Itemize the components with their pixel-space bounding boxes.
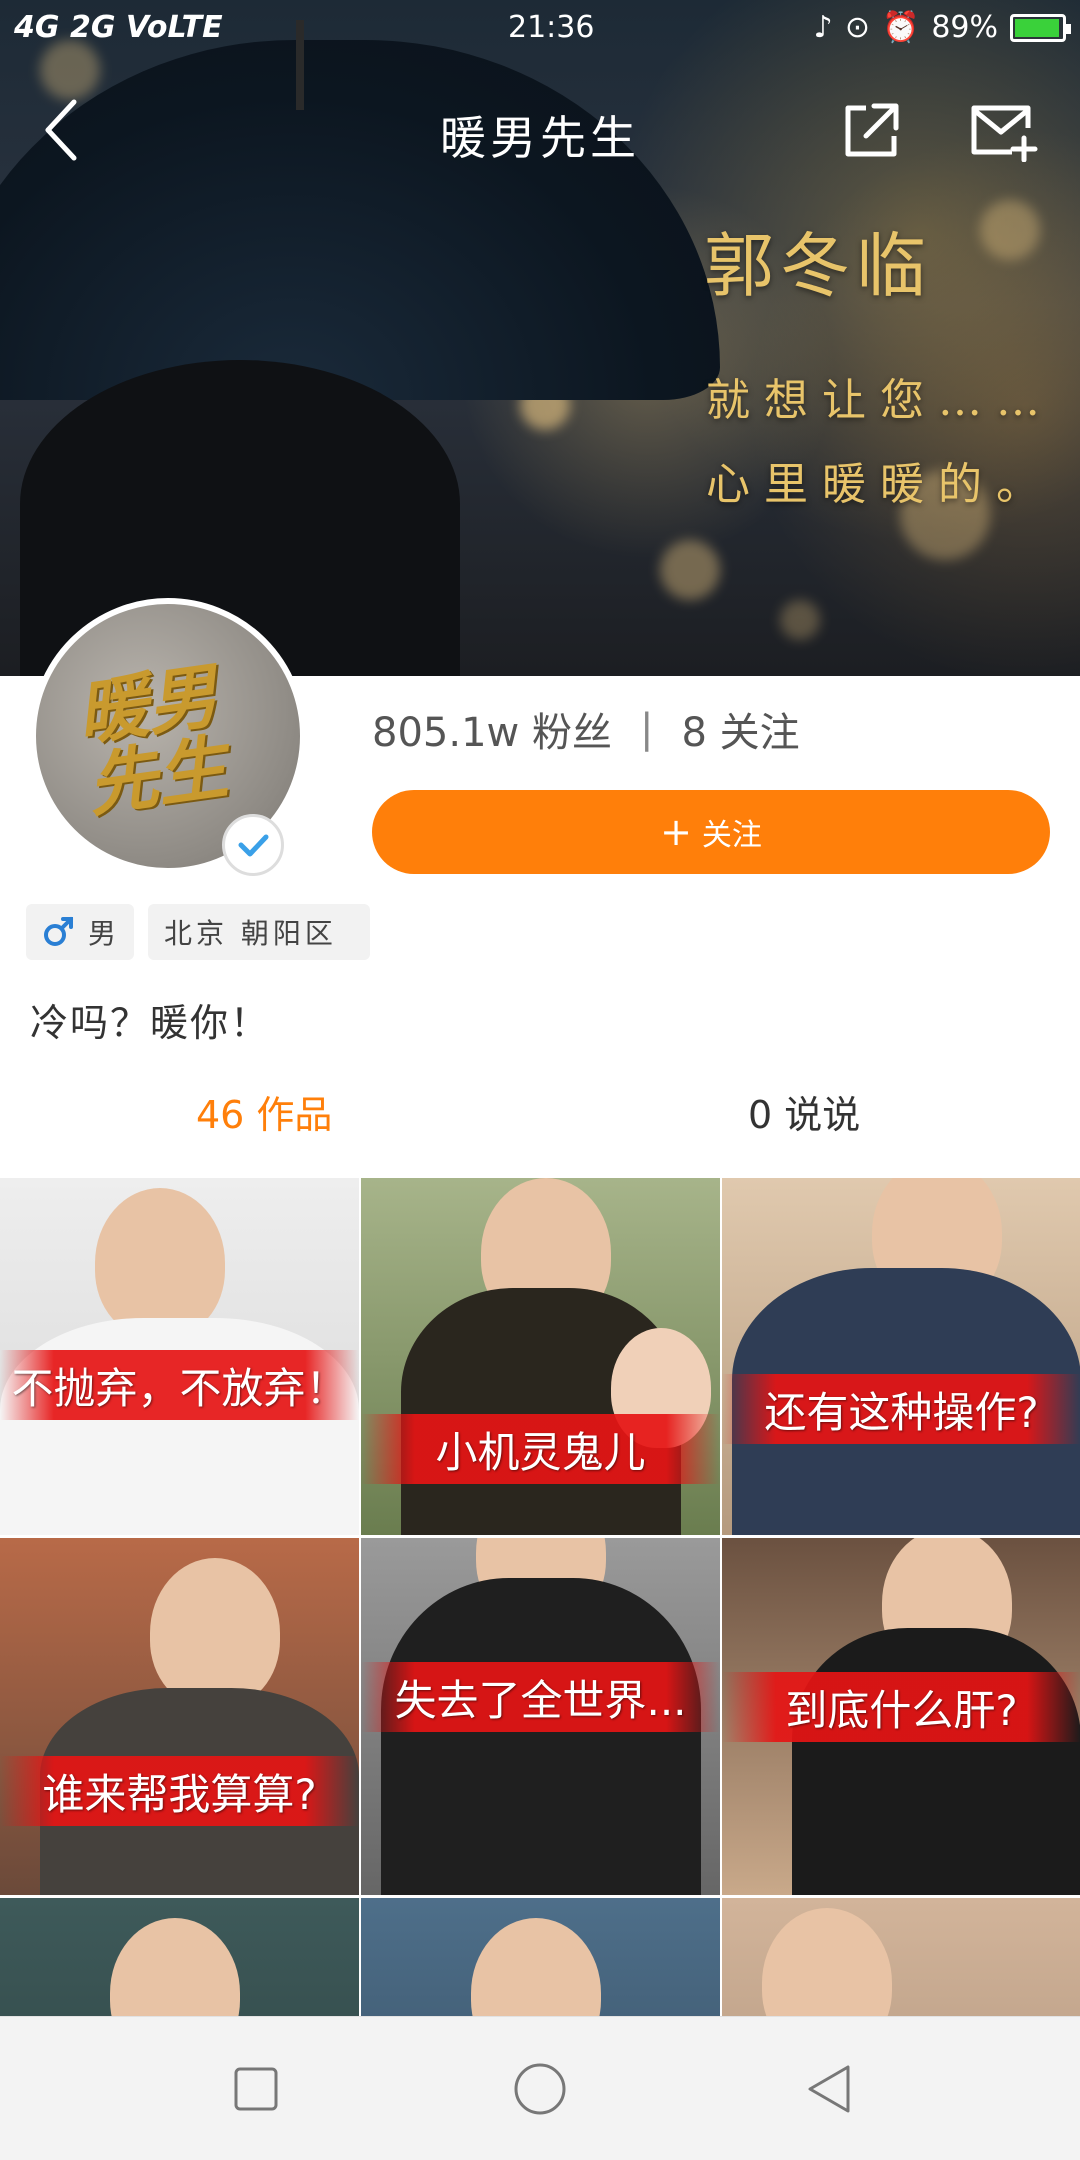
work-item[interactable]: 小机灵鬼儿 bbox=[361, 1178, 720, 1535]
check-icon bbox=[238, 834, 269, 857]
recent-apps-button[interactable] bbox=[226, 2059, 286, 2119]
work-item[interactable]: 还有这种操作? bbox=[722, 1178, 1080, 1535]
fans-count[interactable]: 805.1w 粉丝 bbox=[372, 700, 612, 758]
battery-percent: 89% bbox=[931, 10, 998, 45]
clock: 21:36 bbox=[508, 10, 595, 45]
work-item[interactable] bbox=[722, 1898, 1080, 2018]
status-icons: ♪ ⊙ ⏰ 89% bbox=[813, 10, 1071, 45]
plus-icon: + bbox=[660, 810, 692, 854]
profile-bio: 冷吗？暖你！ bbox=[30, 1001, 271, 1045]
work-caption: 到底什么肝? bbox=[722, 1672, 1080, 1742]
gender-tag: 男 bbox=[26, 904, 134, 960]
work-caption: 不抛弃，不放弃！ bbox=[0, 1350, 359, 1420]
work-caption: 谁来帮我算算? bbox=[0, 1756, 359, 1826]
banner-slogan-line1: 就想让您…… bbox=[706, 375, 1054, 426]
umbrella-graphic bbox=[0, 40, 720, 400]
vibrate-icon: ♪ bbox=[813, 10, 833, 45]
work-item[interactable] bbox=[0, 1898, 359, 2018]
stats-divider: | bbox=[639, 706, 654, 752]
work-item[interactable]: 不抛弃，不放弃！ bbox=[0, 1178, 359, 1535]
follow-button-label: 关注 bbox=[701, 818, 762, 853]
work-caption: 还有这种操作? bbox=[722, 1374, 1080, 1444]
location-tag: 北京 朝阳区 bbox=[148, 904, 370, 960]
share-icon bbox=[845, 103, 899, 157]
work-caption: 小机灵鬼儿 bbox=[361, 1414, 720, 1484]
work-item[interactable] bbox=[361, 1898, 720, 2018]
work-item[interactable]: 谁来帮我算算? bbox=[0, 1538, 359, 1895]
message-button[interactable] bbox=[968, 100, 1038, 163]
share-button[interactable] bbox=[840, 100, 902, 162]
alarm-icon: ⏰ bbox=[881, 10, 920, 45]
triangle-back-icon bbox=[808, 2065, 850, 2113]
battery-icon bbox=[1010, 13, 1071, 42]
lock-rotation-icon: ⊙ bbox=[844, 10, 870, 45]
system-back-button[interactable] bbox=[800, 2059, 860, 2119]
tab-says[interactable]: 0 说说 bbox=[748, 1084, 860, 1139]
status-bar: 4G 2G VoLTE 21:36 ♪ ⊙ ⏰ 89% bbox=[0, 0, 1080, 56]
verified-badge bbox=[222, 814, 284, 876]
gender-label: 男 bbox=[88, 917, 117, 950]
follow-button[interactable]: + 关注 bbox=[372, 790, 1050, 874]
square-icon bbox=[234, 2067, 278, 2111]
work-item[interactable]: 失去了全世界... bbox=[361, 1538, 720, 1895]
banner-slogan-line2: 心里暖暖的。 bbox=[706, 459, 1054, 510]
page-title: 暖男先生 bbox=[440, 111, 640, 165]
network-indicator: 4G 2G VoLTE bbox=[14, 10, 223, 45]
work-item[interactable]: 到底什么肝? bbox=[722, 1538, 1080, 1895]
works-grid: 不抛弃，不放弃！ 小机灵鬼儿 还有这种操作? 谁来帮我算算? 失去了全世界...… bbox=[0, 1178, 1080, 2018]
tab-works[interactable]: 46 作品 bbox=[196, 1084, 332, 1139]
avatar-logo-text: 暖男先生 bbox=[72, 653, 233, 827]
banner-name: 郭冬临 bbox=[704, 225, 932, 307]
home-button[interactable] bbox=[510, 2059, 570, 2119]
following-count[interactable]: 8 关注 bbox=[681, 700, 799, 758]
profile-stats: 805.1w 粉丝 | 8 关注 bbox=[372, 700, 800, 758]
system-nav-bar bbox=[0, 2016, 1080, 2160]
mail-add-icon bbox=[971, 105, 1038, 163]
work-caption: 失去了全世界... bbox=[361, 1662, 720, 1732]
circle-icon bbox=[514, 2063, 566, 2115]
male-icon bbox=[44, 917, 73, 946]
